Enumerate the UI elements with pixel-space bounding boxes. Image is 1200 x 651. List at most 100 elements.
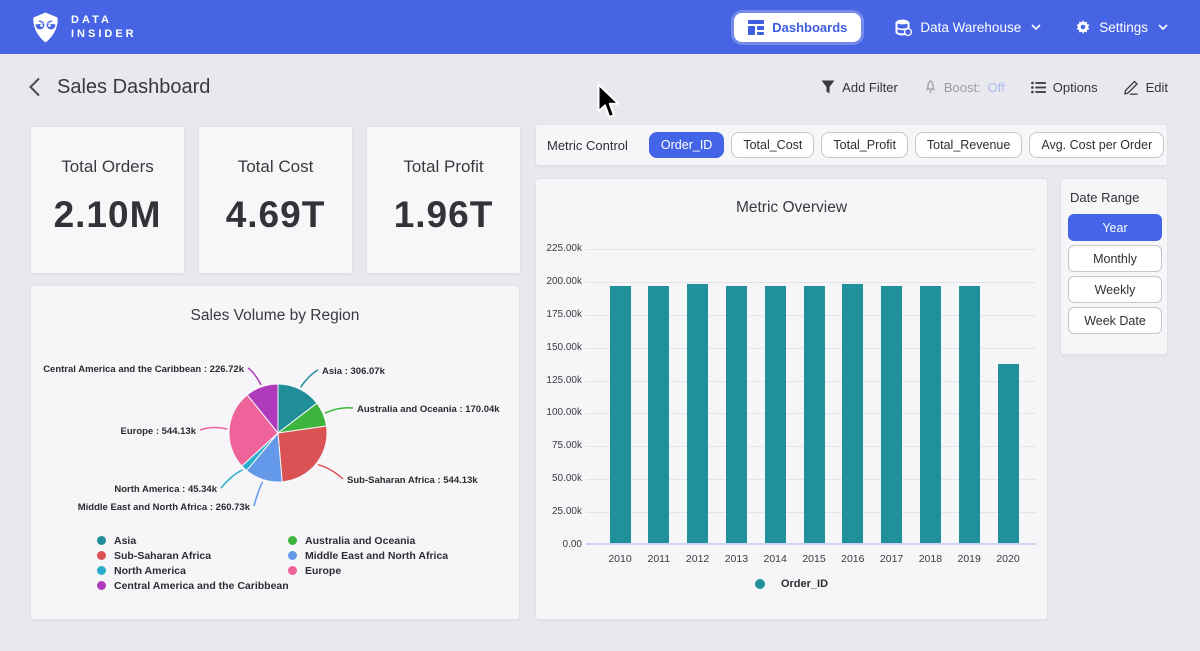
bar-legend-item[interactable]: Order_ID — [536, 578, 1047, 590]
y-axis-tick: 25.00k — [536, 506, 582, 517]
x-axis-tick: 2012 — [676, 553, 720, 565]
pie-chart-card: Sales Volume by Region Asia : 306.07kAus… — [30, 285, 520, 620]
x-axis-tick: 2020 — [986, 553, 1030, 565]
boost-label: Boost: — [944, 80, 981, 95]
kpi-card: Total Orders 2.10M — [30, 126, 185, 274]
gridline — [586, 282, 1036, 283]
legend-dot — [97, 551, 106, 560]
legend-label: Sub-Saharan Africa — [114, 550, 211, 562]
x-axis-tick: 2010 — [598, 553, 642, 565]
bar-2016[interactable] — [842, 284, 863, 543]
date-range-buttons: Year Monthly Weekly Week Date — [1068, 214, 1160, 334]
legend-dot — [288, 551, 297, 560]
kpi-title: Total Cost — [199, 157, 352, 177]
bar-2013[interactable] — [726, 286, 747, 543]
bar-2012[interactable] — [687, 284, 708, 543]
legend-dot — [755, 579, 765, 589]
legend-dot — [97, 536, 106, 545]
back-button[interactable] — [28, 77, 41, 97]
pie-label-leader — [200, 428, 227, 430]
bar-2019[interactable] — [959, 286, 980, 543]
metric-button-total-cost[interactable]: Total_Cost — [731, 132, 814, 158]
page-title: Sales Dashboard — [57, 76, 210, 99]
pie-slice-label: Europe : 544.13k — [120, 426, 196, 437]
pie-legend-item-europe[interactable]: Europe — [288, 563, 448, 578]
bar-2020[interactable] — [998, 364, 1019, 543]
options-button[interactable]: Options — [1031, 80, 1098, 95]
data-warehouse-label: Data Warehouse — [920, 20, 1021, 35]
y-axis-tick: 50.00k — [536, 473, 582, 484]
pie-label-leader — [221, 470, 243, 488]
date-range-button-year[interactable]: Year — [1068, 214, 1162, 241]
metric-buttons: Order_ID Total_Cost Total_Profit Total_Reve… — [649, 132, 1164, 158]
edit-button[interactable]: Edit — [1124, 80, 1168, 95]
y-axis-tick: 125.00k — [536, 375, 582, 386]
brand-logo: DATA INSIDER — [30, 11, 137, 44]
pie-legend-item-north-america[interactable]: North America — [97, 563, 288, 578]
legend-label: Europe — [305, 565, 341, 577]
legend-label: Asia — [114, 535, 136, 547]
brand-name-line2: INSIDER — [71, 27, 137, 41]
pie-label-leader — [301, 370, 318, 387]
date-range-button-week-date[interactable]: Week Date — [1068, 307, 1162, 334]
kpi-card: Total Cost4.69T — [198, 126, 353, 274]
y-axis-tick: 225.00k — [536, 243, 582, 254]
pie-label-leader — [248, 368, 261, 385]
pie-slice-sub-saharan-africa[interactable] — [278, 426, 327, 482]
pie-legend-item-central-america-and-the-caribbean[interactable]: Central America and the Caribbean — [97, 578, 288, 593]
legend-dot — [288, 536, 297, 545]
boost-value: Off — [988, 80, 1005, 95]
metric-button-order-id[interactable]: Order_ID — [649, 132, 724, 158]
x-axis-tick: 2011 — [637, 553, 681, 565]
gear-icon — [1075, 19, 1091, 35]
navbar: DATA INSIDER Dashboards — [0, 0, 1200, 54]
x-axis-tick: 2015 — [792, 553, 836, 565]
pie-legend-item-middle-east-and-north-africa[interactable]: Middle East and North Africa — [288, 548, 448, 563]
kpi-title: Total Orders — [31, 157, 184, 177]
legend-label: Australia and Oceania — [305, 535, 415, 547]
pie-legend-item-sub-saharan-africa[interactable]: Sub-Saharan Africa — [97, 548, 288, 563]
pie-legend: Asia Sub-Saharan Africa North AmericaCentr… — [97, 533, 448, 593]
bar-chart-title: Metric Overview — [536, 199, 1047, 217]
pie-legend-item-asia[interactable]: Asia — [97, 533, 288, 548]
chevron-down-icon — [1158, 24, 1168, 30]
y-axis-tick: 0.00 — [536, 539, 582, 550]
date-range-button-monthly[interactable]: Monthly — [1068, 245, 1162, 272]
kpi-value: 2.10M — [31, 194, 184, 236]
bar-2014[interactable] — [765, 286, 786, 543]
pie-label-leader — [325, 408, 353, 413]
bar-2018[interactable] — [920, 286, 941, 543]
bar-2015[interactable] — [804, 286, 825, 543]
pie-slice-label: Asia : 306.07k — [322, 366, 386, 377]
bar-chart-card: Metric Overview 225.00k200.00k175.00k150… — [535, 178, 1048, 620]
boost-toggle[interactable]: Boost: Off — [924, 80, 1005, 95]
pie-legend-item-australia-and-oceania[interactable]: Australia and Oceania — [288, 533, 448, 548]
pencil-icon — [1124, 80, 1139, 95]
metric-button-avg-cost-per-order[interactable]: Avg. Cost per Order — [1029, 132, 1164, 158]
date-range-button-weekly[interactable]: Weekly — [1068, 276, 1162, 303]
pie-slice-label: Central America and the Caribbean : 226.… — [43, 364, 245, 375]
kpi-value: 1.96T — [367, 194, 520, 236]
metric-button-total-profit[interactable]: Total_Profit — [821, 132, 908, 158]
bar-2017[interactable] — [881, 286, 902, 543]
database-icon — [895, 19, 912, 36]
metric-control: Metric Control Order_IDTotal_CostTotal_P… — [535, 124, 1168, 166]
bar-2010[interactable] — [610, 286, 631, 543]
chevron-left-icon — [28, 77, 41, 97]
kpi-card: Total Profit1.96T — [366, 126, 521, 274]
settings-menu[interactable]: Settings — [1075, 19, 1168, 35]
y-axis-tick: 175.00k — [536, 309, 582, 320]
dashboard-grid-icon — [748, 20, 764, 35]
data-warehouse-menu[interactable]: Data Warehouse — [895, 19, 1041, 36]
metric-button-total-revenue[interactable]: Total_Revenue — [915, 132, 1022, 158]
x-axis-tick: 2014 — [753, 553, 797, 565]
legend-label: North America — [114, 565, 186, 577]
add-filter-button[interactable]: Add Filter — [821, 80, 898, 95]
kpi-row: Total Orders 2.10M Total Cost4.69TTotal Pr… — [30, 126, 521, 274]
x-axis-tick: 2013 — [714, 553, 758, 565]
sales-dashboard-page: DATA INSIDER Dashboards — [0, 0, 1200, 651]
rocket-icon — [924, 80, 937, 95]
bar-2011[interactable] — [648, 286, 669, 543]
pie-label-leader — [318, 465, 343, 479]
dashboards-button[interactable]: Dashboards — [734, 13, 861, 42]
